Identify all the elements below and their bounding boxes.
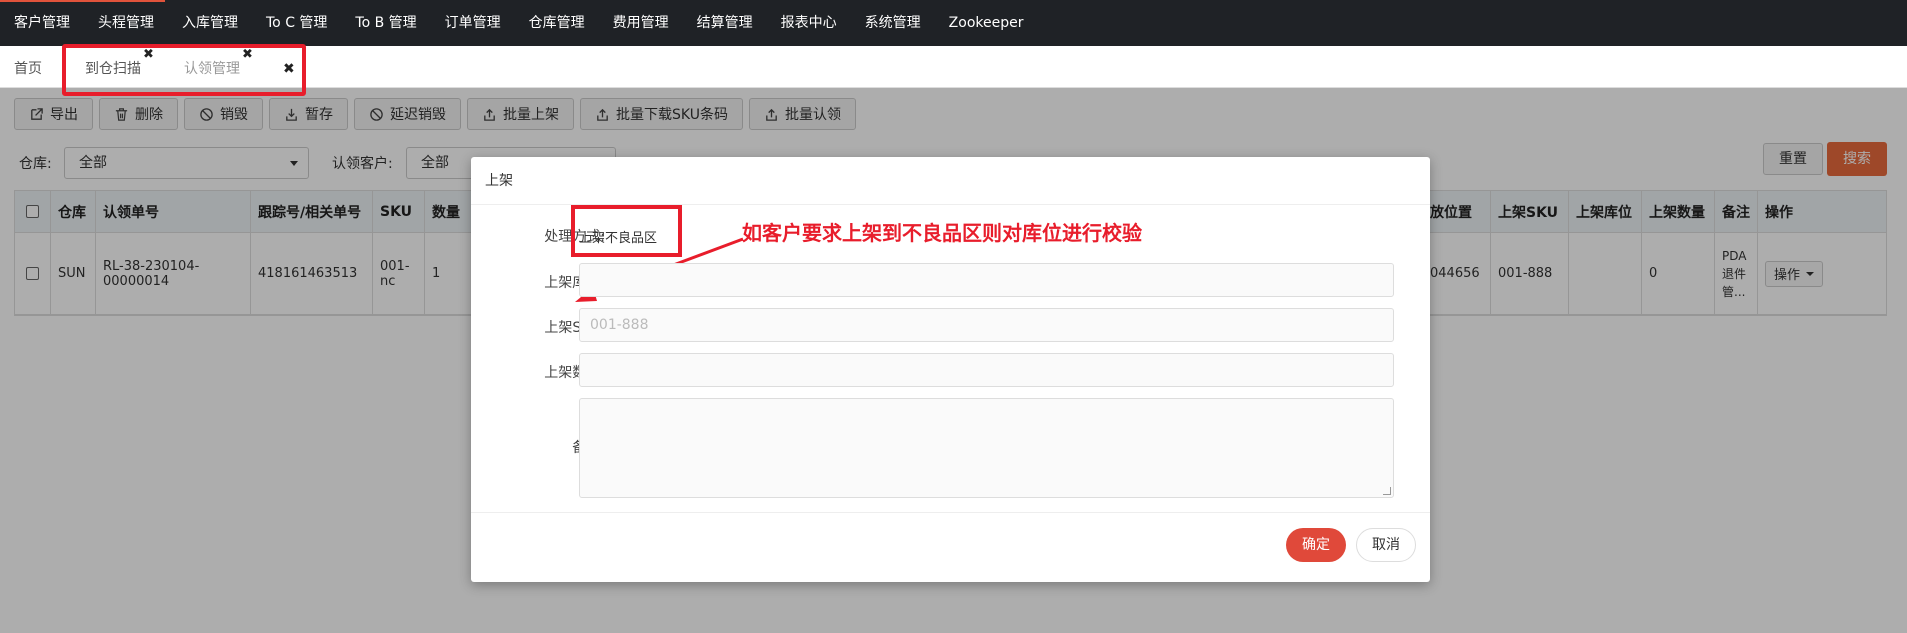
shelve-modal: 上架 处理方式: 上架不良品区 如客户要求上架到不良品区则对库位进行校验 上架库… [471,157,1430,582]
nav-item-fees[interactable]: 费用管理 [599,0,683,46]
tab-claim-manage-label: 认领管理 [184,61,240,77]
tab-bar: 首页 到仓扫描 ✖ 认领管理 ✖ ✖ [0,46,1907,88]
nav-item-reports[interactable]: 报表中心 [767,0,851,46]
nav-item-first-leg[interactable]: 头程管理 [84,0,168,46]
nav-item-warehouse[interactable]: 仓库管理 [515,0,599,46]
remark-textarea[interactable] [579,398,1394,498]
qty-input[interactable] [579,353,1394,387]
cancel-button[interactable]: 取消 [1356,528,1416,562]
tab-home[interactable]: 首页 [14,46,42,88]
close-icon[interactable]: ✖ [143,48,154,62]
tab-claim-manage[interactable]: 认领管理 ✖ [184,46,254,88]
resize-grip-icon[interactable] [1383,487,1391,495]
sku-input[interactable]: 001-888 [579,308,1394,342]
confirm-button[interactable]: 确定 [1286,528,1346,562]
nav-item-inbound[interactable]: 入库管理 [168,0,252,46]
nav-item-customer[interactable]: 客户管理 [0,0,84,46]
modal-title: 上架 [471,157,1430,205]
modal-footer: 确定 取消 [471,512,1430,582]
annotation-text: 如客户要求上架到不良品区则对库位进行校验 [742,221,1142,245]
nav-item-toc[interactable]: To C 管理 [252,0,341,46]
nav-item-settlement[interactable]: 结算管理 [683,0,767,46]
top-nav: 客户管理 头程管理 入库管理 To C 管理 To B 管理 订单管理 仓库管理… [0,0,1907,46]
sku-input-placeholder: 001-888 [590,317,649,333]
nav-item-orders[interactable]: 订单管理 [431,0,515,46]
close-icon[interactable]: ✖ [283,61,295,77]
close-icon[interactable]: ✖ [242,48,253,62]
nav-item-system[interactable]: 系统管理 [851,0,935,46]
tab-home-label: 首页 [14,61,42,77]
nav-active-accent [0,0,165,2]
location-input[interactable] [579,263,1394,297]
nav-item-zookeeper[interactable]: Zookeeper [935,0,1038,46]
nav-item-tob[interactable]: To B 管理 [341,0,430,46]
tab-arrival-scan-label: 到仓扫描 [85,61,141,77]
close-all-tabs[interactable]: ✖ [283,46,295,88]
tab-arrival-scan[interactable]: 到仓扫描 ✖ [85,46,155,88]
